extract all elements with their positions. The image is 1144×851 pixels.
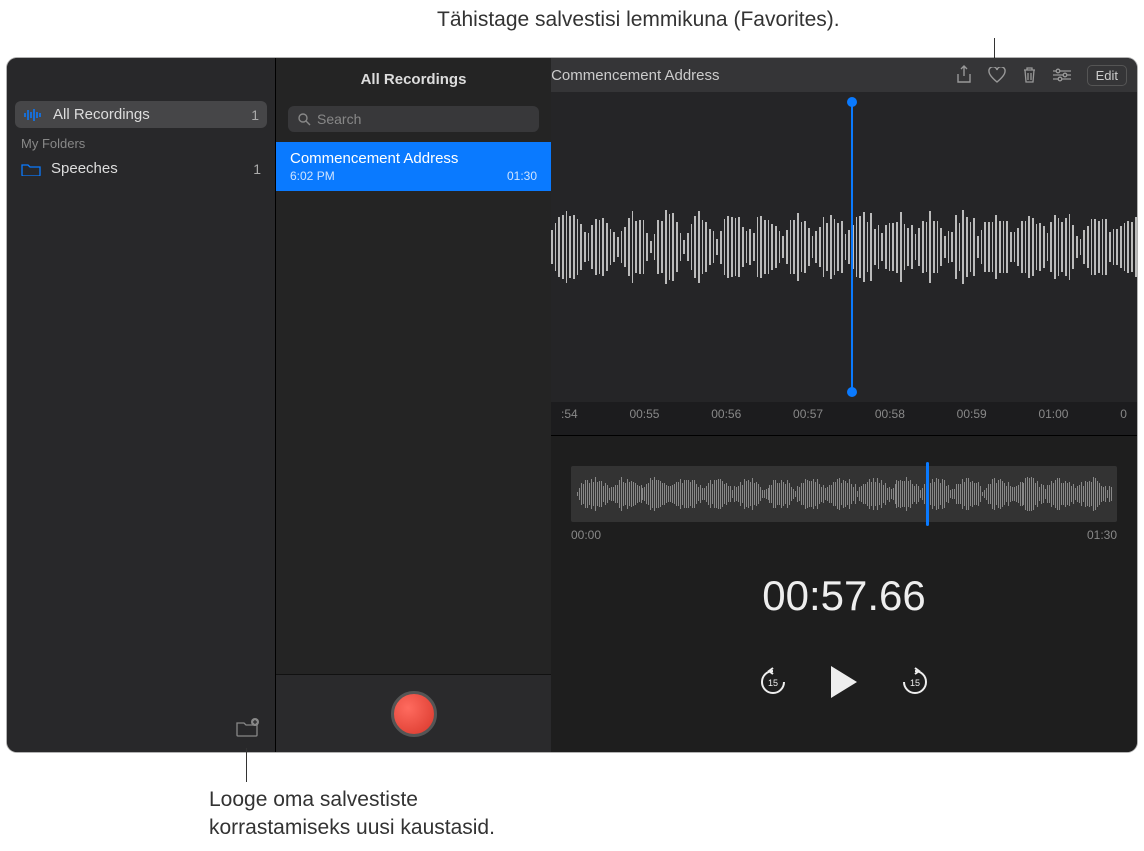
ruler-tick: :54: [561, 407, 578, 421]
sidebar-item-all-recordings[interactable]: All Recordings 1: [15, 101, 267, 128]
folder-icon: [21, 161, 43, 177]
favorite-button[interactable]: [988, 67, 1006, 83]
recording-title: Commencement Address: [290, 150, 537, 167]
list-header: All Recordings: [276, 58, 551, 96]
waveform-icon: [23, 107, 45, 123]
ruler-tick: 00:58: [875, 407, 905, 421]
skip-forward-button[interactable]: 15: [900, 667, 930, 702]
playhead[interactable]: [851, 102, 853, 392]
player-panel: :54 00:55 00:56 00:57 00:58 00:59 01:00 …: [551, 92, 1137, 752]
share-button[interactable]: [956, 65, 972, 85]
sidebar-count: 1: [251, 107, 259, 123]
sidebar: All Recordings 1 My Folders Speeches 1: [7, 58, 275, 752]
ruler-tick: 0: [1120, 407, 1127, 421]
waveform-overview[interactable]: 00:00 01:30: [571, 466, 1117, 542]
callout-new-folder: Looge oma salvestiste korrastamiseks uus…: [209, 786, 495, 843]
search-icon: [298, 113, 311, 126]
delete-button[interactable]: [1022, 66, 1037, 84]
ruler-tick: 01:00: [1038, 407, 1068, 421]
play-button[interactable]: [828, 664, 860, 705]
svg-text:15: 15: [768, 678, 778, 688]
search-input[interactable]: Search: [288, 106, 539, 132]
sidebar-count: 1: [253, 161, 261, 177]
settings-button[interactable]: [1053, 68, 1071, 82]
sidebar-label: Speeches: [51, 160, 253, 177]
ruler-tick: 00:55: [629, 407, 659, 421]
time-ruler: :54 00:55 00:56 00:57 00:58 00:59 01:00 …: [551, 402, 1137, 436]
ruler-tick: 00:56: [711, 407, 741, 421]
app-window: All Recordings 1 My Folders Speeches 1 C…: [7, 58, 1137, 752]
overview-start: 00:00: [571, 528, 601, 542]
playback-controls: 15 15: [551, 664, 1137, 705]
ruler-tick: 00:57: [793, 407, 823, 421]
search-placeholder: Search: [317, 111, 361, 127]
ruler-tick: 00:59: [957, 407, 987, 421]
callout-favorites: Tähistage salvestisi lemmikuna (Favorite…: [437, 8, 840, 32]
sidebar-header-my-folders: My Folders: [7, 128, 275, 155]
recording-duration: 01:30: [507, 169, 537, 183]
sidebar-item-speeches[interactable]: Speeches 1: [7, 155, 275, 182]
new-folder-button[interactable]: [235, 718, 259, 738]
sidebar-label: All Recordings: [53, 106, 251, 123]
recordings-list: All Recordings Search Commencement Addre…: [275, 58, 551, 752]
overview-end: 01:30: [1087, 528, 1117, 542]
skip-back-button[interactable]: 15: [758, 667, 788, 702]
recording-time: 6:02 PM: [290, 169, 335, 183]
time-display: 00:57.66: [551, 572, 1137, 620]
waveform-main[interactable]: [551, 92, 1137, 402]
recording-item[interactable]: Commencement Address 6:02 PM 01:30: [276, 142, 551, 191]
record-area: [276, 674, 551, 752]
svg-text:15: 15: [910, 678, 920, 688]
overview-playhead[interactable]: [926, 462, 929, 526]
callout-line: [246, 748, 247, 782]
edit-button[interactable]: Edit: [1087, 65, 1127, 86]
record-button[interactable]: [391, 691, 437, 737]
